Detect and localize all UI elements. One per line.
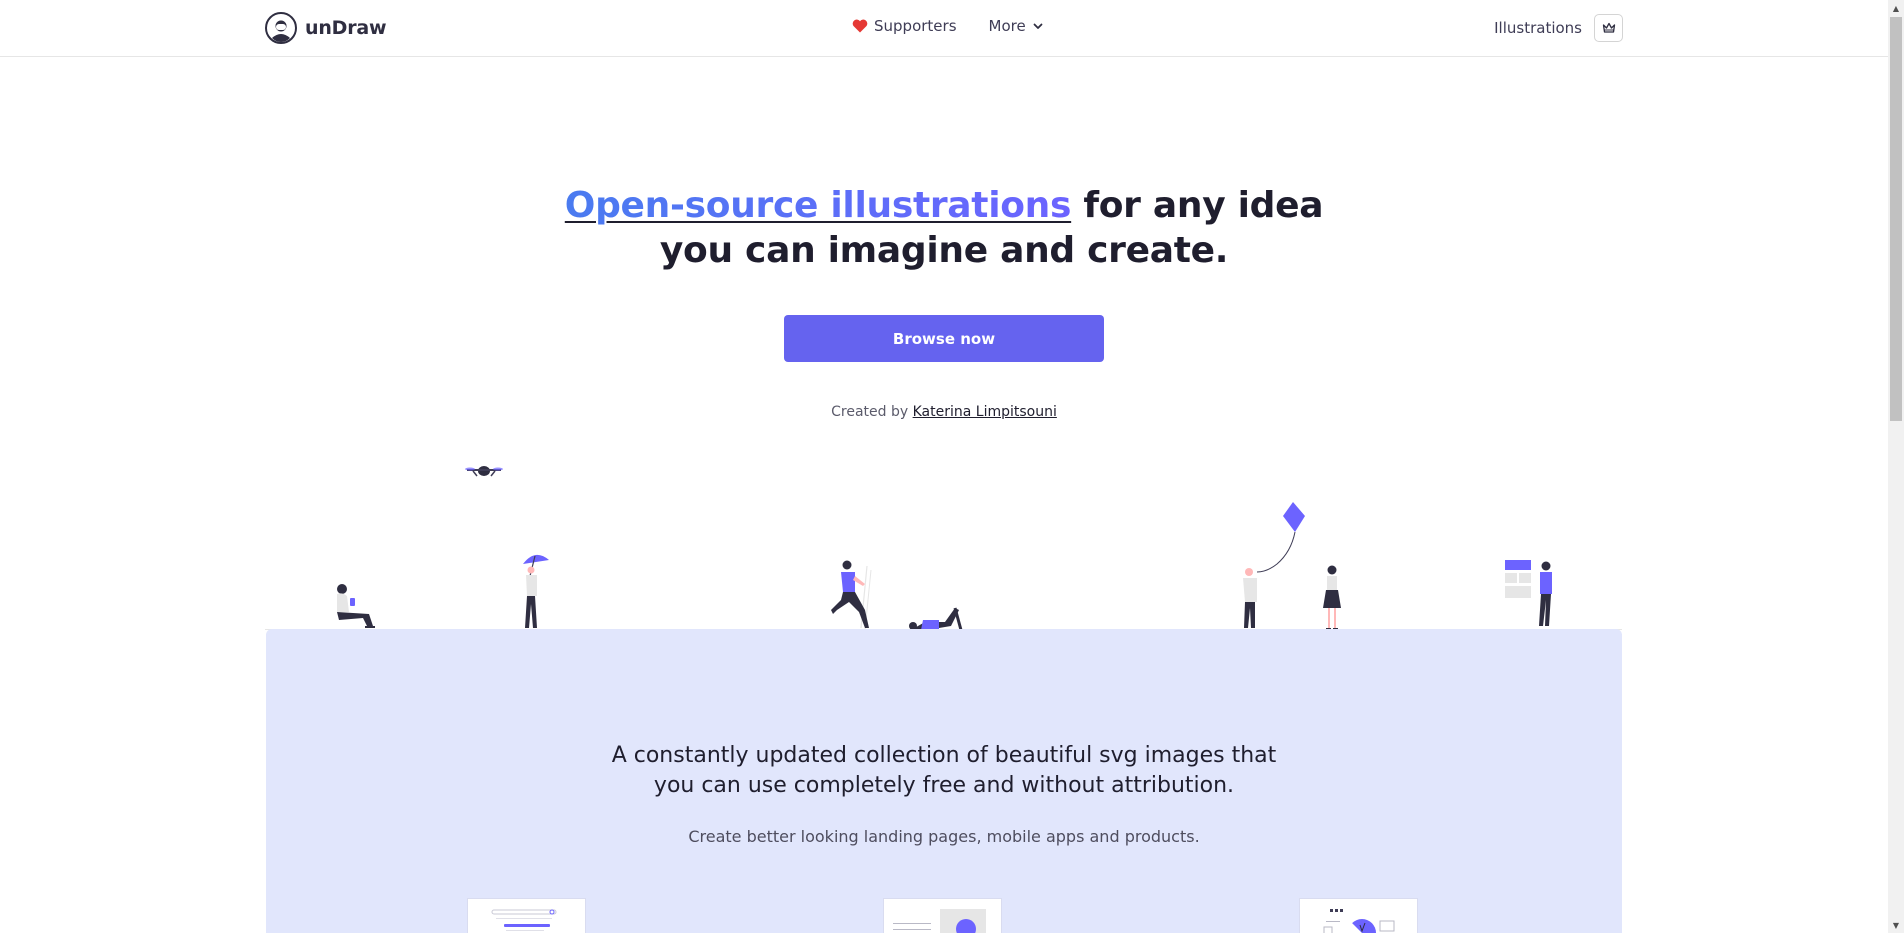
page: unDraw Supporters More Illustrations Ope…: [0, 0, 1888, 933]
chart-preview-icon: [1323, 909, 1395, 933]
hero-title-line2: you can imagine and create.: [659, 230, 1229, 271]
hero-illustration: [265, 450, 1622, 631]
feature-panel: A constantly updated collection of beaut…: [266, 629, 1622, 933]
scrollbar-thumb[interactable]: [1890, 17, 1902, 421]
hero-title-line1-rest: for any idea: [1071, 185, 1324, 226]
nav-supporters[interactable]: Supporters: [852, 17, 957, 35]
running-person-illustration: [831, 560, 872, 631]
video-preview-icon: [893, 909, 986, 933]
nav-more-label: More: [988, 17, 1026, 35]
kite-person-illustration: [1243, 502, 1305, 628]
drone-illustration: [465, 466, 503, 477]
panel-title-line1: A constantly updated collection of beaut…: [611, 743, 1277, 768]
chevron-down-icon: [1033, 23, 1043, 29]
preview-card-video: [883, 898, 1002, 933]
scroll-up-arrow-icon[interactable]: ▲: [1888, 0, 1904, 16]
hero-title: Open-source illustrations for any idea y…: [0, 183, 1888, 273]
crown-icon: [1602, 22, 1615, 33]
author-link[interactable]: Katerina Limpitsouni: [913, 404, 1057, 420]
logo-link[interactable]: unDraw: [265, 12, 387, 44]
created-by: Created by Katerina Limpitsouni: [0, 404, 1888, 420]
preview-card-chart: [1299, 898, 1418, 933]
vertical-scrollbar[interactable]: ▲ ▼: [1888, 0, 1904, 933]
umbrella-person-illustration: [523, 554, 549, 628]
browse-now-button[interactable]: Browse now: [784, 315, 1104, 362]
panel-title: A constantly updated collection of beaut…: [266, 741, 1622, 801]
panel-subtitle: Create better looking landing pages, mob…: [688, 827, 1200, 846]
sitting-person-illustration: [337, 584, 375, 628]
heart-icon: [852, 19, 868, 33]
hero-title-accent-link[interactable]: Open-source illustrations: [565, 185, 1072, 226]
scroll-down-arrow-icon[interactable]: ▼: [1888, 917, 1904, 933]
preview-card-landing: [467, 898, 586, 933]
nav-supporters-label: Supporters: [874, 17, 957, 35]
created-by-prefix: Created by: [831, 404, 913, 420]
standing-woman-illustration: [1323, 565, 1341, 631]
top-navbar: unDraw Supporters More Illustrations: [0, 0, 1888, 57]
logo-text: unDraw: [305, 17, 387, 39]
panel-title-line2: you can use completely free and without …: [653, 773, 1235, 798]
landing-page-preview-icon: [491, 909, 557, 931]
nav-more-dropdown[interactable]: More: [989, 17, 1044, 35]
main-nav: Supporters More: [852, 17, 1044, 35]
shop-button[interactable]: [1594, 14, 1623, 42]
undraw-logo-icon: [265, 12, 297, 44]
nav-illustrations-link[interactable]: Illustrations: [1494, 19, 1582, 37]
board-person-illustration: [1505, 560, 1552, 626]
nav-right: Illustrations: [1494, 14, 1623, 42]
